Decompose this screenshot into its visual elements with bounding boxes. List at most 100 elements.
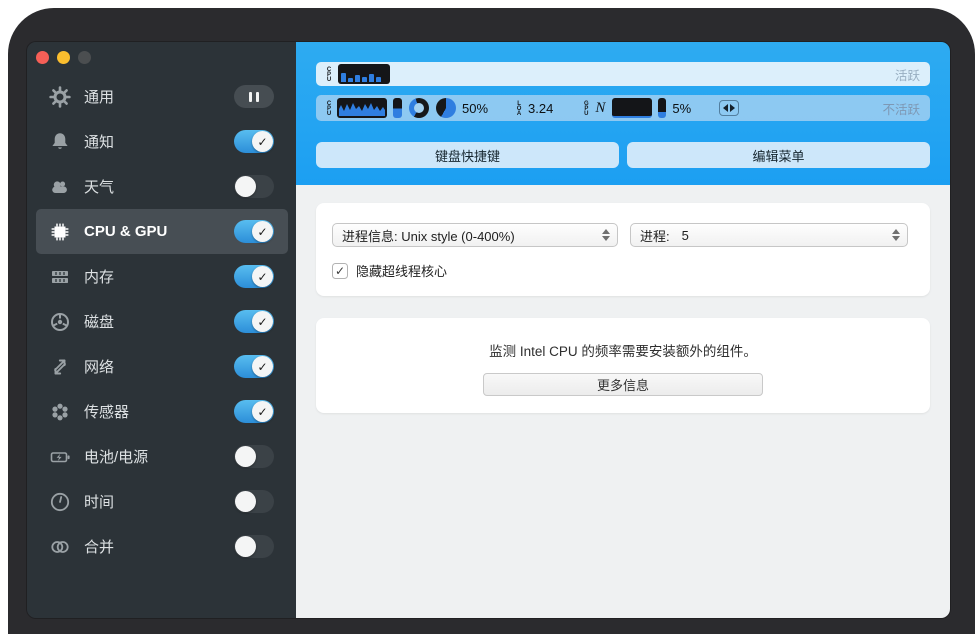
gear-icon xyxy=(47,85,73,109)
settings-content: 进程信息: Unix style (0-400%) 进程: 5 xyxy=(296,185,950,618)
menubar-preview-inactive[interactable]: CPU 50% LOA 3.24 xyxy=(316,95,930,121)
sidebar-item-label: 磁盘 xyxy=(84,311,234,332)
sidebar-item-notifications[interactable]: 通知 ✓ xyxy=(27,119,296,164)
device-frame: 通用 通知 ✓ xyxy=(8,8,975,634)
toggle-knob xyxy=(235,176,256,197)
cpu-percent-value: 50% xyxy=(462,101,488,116)
cpu-bars-widget xyxy=(338,64,390,84)
sidebar-item-label: 时间 xyxy=(84,491,234,512)
sidebar-item-label: 传感器 xyxy=(84,401,234,422)
app-window: 通用 通知 ✓ xyxy=(27,42,950,618)
toggle-knob xyxy=(235,446,256,467)
check-icon: ✓ xyxy=(257,270,267,284)
network-icon xyxy=(47,355,73,379)
check-icon: ✓ xyxy=(257,315,267,329)
more-info-button[interactable]: 更多信息 xyxy=(483,373,763,396)
sidebar-item-time[interactable]: 时间 xyxy=(27,479,296,524)
status-active-label: 活跃 xyxy=(895,65,920,84)
sidebar-item-label: 合并 xyxy=(84,536,234,557)
process-info-selected-value: 进程信息: Unix style (0-400%) xyxy=(342,226,515,245)
sidebar-item-general[interactable]: 通用 xyxy=(27,74,296,119)
sensors-icon xyxy=(47,400,73,424)
close-window-button[interactable] xyxy=(36,51,49,64)
sidebar-menu: 通用 通知 ✓ xyxy=(27,74,296,569)
hide-hyperthread-label: 隐藏超线程核心 xyxy=(356,261,447,280)
toggle-knob: ✓ xyxy=(252,131,273,152)
check-icon: ✓ xyxy=(257,405,267,419)
toggle-knob: ✓ xyxy=(252,311,273,332)
keyboard-shortcuts-button[interactable]: 键盘快捷键 xyxy=(316,142,619,168)
sidebar-item-disk[interactable]: 磁盘 ✓ xyxy=(27,299,296,344)
sidebar-item-label: 通知 xyxy=(84,131,234,152)
process-count-label: 进程: xyxy=(640,226,670,245)
memory-icon xyxy=(47,265,73,289)
sidebar-item-combine[interactable]: 合并 xyxy=(27,524,296,569)
cpu-gpu-toggle[interactable]: ✓ xyxy=(234,220,274,243)
cpu-donut-widget xyxy=(409,98,429,118)
cpu-capsule-widget xyxy=(393,98,402,118)
toggle-knob xyxy=(235,491,256,512)
check-icon: ✓ xyxy=(257,225,267,239)
hide-hyperthread-checkbox[interactable]: ✓ xyxy=(332,263,348,279)
toggle-knob: ✓ xyxy=(252,401,273,422)
intel-frequency-notice-card: 监测 Intel CPU 的频率需要安装额外的组件。 更多信息 xyxy=(316,318,930,413)
sidebar-item-cpu-gpu[interactable]: CPU & GPU ✓ xyxy=(36,209,288,254)
sensors-toggle[interactable]: ✓ xyxy=(234,400,274,423)
sidebar-item-label: 网络 xyxy=(84,356,234,377)
gpu-percent-value: 5% xyxy=(672,101,691,116)
time-toggle[interactable] xyxy=(234,490,274,513)
sidebar-item-label: CPU & GPU xyxy=(84,223,234,240)
load-value: 3.24 xyxy=(528,101,553,116)
process-count-select[interactable]: 进程: 5 xyxy=(630,223,908,247)
menubar-preview-active[interactable]: CPU 活跃 xyxy=(316,62,930,86)
weather-icon xyxy=(47,175,73,199)
pause-button[interactable] xyxy=(234,85,274,108)
main-panel: CPU 活跃 CPU xyxy=(296,42,950,618)
memory-toggle[interactable]: ✓ xyxy=(234,265,274,288)
edit-menu-button[interactable]: 编辑菜单 xyxy=(627,142,930,168)
notifications-toggle[interactable]: ✓ xyxy=(234,130,274,153)
zoom-window-button[interactable] xyxy=(78,51,91,64)
toggle-knob: ✓ xyxy=(252,266,273,287)
cpu-vertical-label: CPU xyxy=(326,101,332,116)
combine-icon xyxy=(47,535,73,559)
chevron-updown-icon xyxy=(602,229,610,241)
battery-toggle[interactable] xyxy=(234,445,274,468)
battery-icon xyxy=(47,445,73,469)
toggle-knob: ✓ xyxy=(252,356,273,377)
gpu-chip-letter: N xyxy=(595,100,605,117)
window-controls xyxy=(36,51,91,64)
page: 通用 通知 ✓ xyxy=(0,0,975,634)
sidebar: 通用 通知 ✓ xyxy=(27,42,296,618)
chip-icon xyxy=(47,220,73,244)
sidebar-item-weather[interactable]: 天气 xyxy=(27,164,296,209)
resize-arrows-icon xyxy=(719,100,739,116)
process-info-select[interactable]: 进程信息: Unix style (0-400%) xyxy=(332,223,618,247)
minimize-window-button[interactable] xyxy=(57,51,70,64)
cpu-pie-widget xyxy=(436,98,456,118)
process-settings-card: 进程信息: Unix style (0-400%) 进程: 5 xyxy=(316,203,930,296)
notice-message: 监测 Intel CPU 的频率需要安装额外的组件。 xyxy=(316,340,930,360)
network-toggle[interactable]: ✓ xyxy=(234,355,274,378)
sidebar-item-network[interactable]: 网络 ✓ xyxy=(27,344,296,389)
disk-toggle[interactable]: ✓ xyxy=(234,310,274,333)
weather-toggle[interactable] xyxy=(234,175,274,198)
sidebar-item-sensors[interactable]: 传感器 ✓ xyxy=(27,389,296,434)
bell-icon xyxy=(47,130,73,154)
cpu-graph-widget xyxy=(337,98,387,118)
status-inactive-label: 不活跃 xyxy=(882,99,920,118)
check-icon: ✓ xyxy=(335,264,345,278)
chevron-updown-icon xyxy=(892,229,900,241)
cpu-vertical-label: CPU xyxy=(326,67,332,82)
combine-toggle[interactable] xyxy=(234,535,274,558)
sidebar-item-battery[interactable]: 电池/电源 xyxy=(27,434,296,479)
sidebar-item-memory[interactable]: 内存 ✓ xyxy=(27,254,296,299)
menubar-preview-header: CPU 活跃 CPU xyxy=(296,42,950,185)
gpu-graph-widget xyxy=(612,98,652,118)
toggle-knob xyxy=(235,536,256,557)
load-vertical-label: LOA xyxy=(516,101,522,116)
sidebar-item-label: 天气 xyxy=(84,176,234,197)
sidebar-item-label: 通用 xyxy=(84,86,234,107)
sidebar-item-label: 内存 xyxy=(84,266,234,287)
check-icon: ✓ xyxy=(257,360,267,374)
